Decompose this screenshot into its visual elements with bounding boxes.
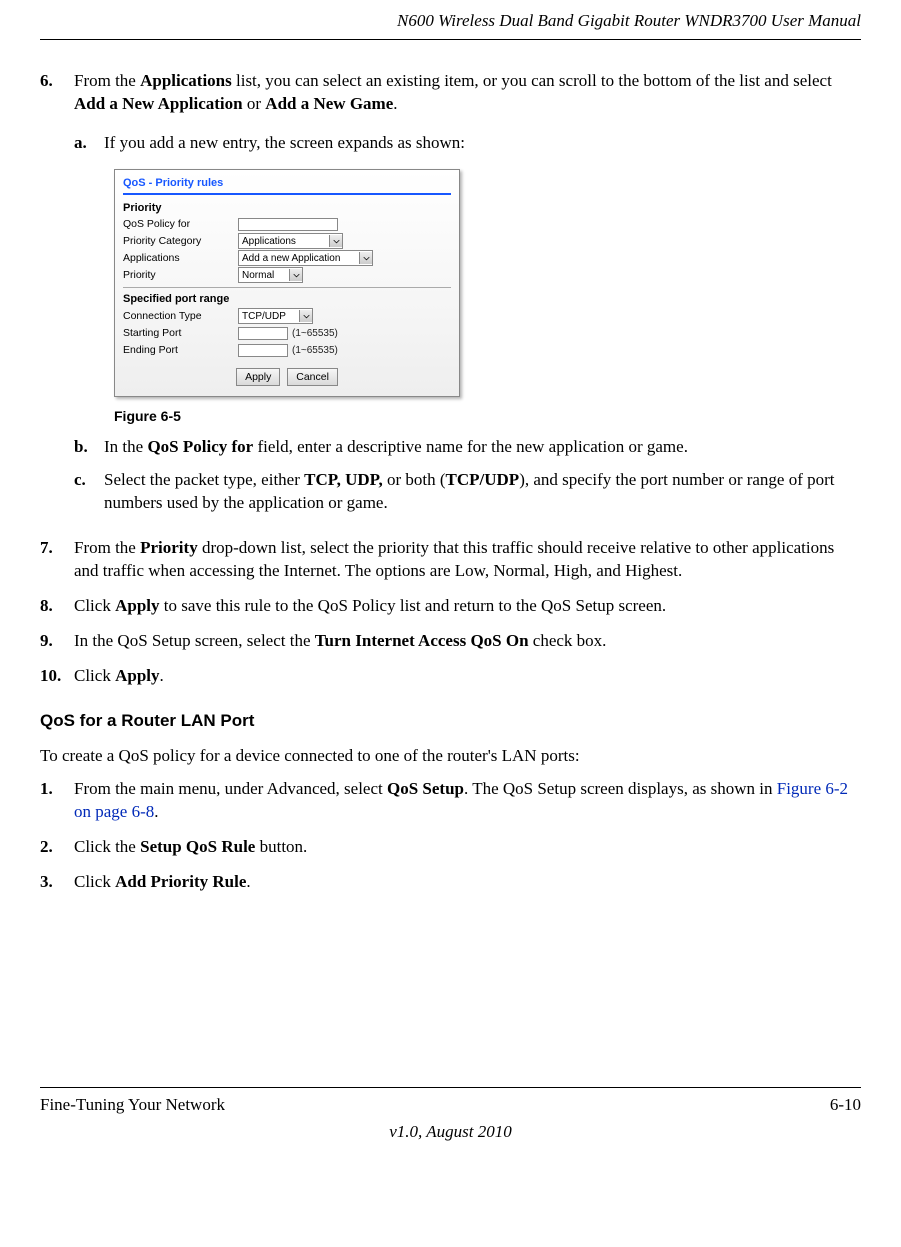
text: or: [243, 94, 266, 113]
section-heading-lan-port: QoS for a Router LAN Port: [40, 710, 861, 733]
text: Click: [74, 666, 115, 685]
footer-page: 6-10: [830, 1094, 861, 1117]
text: From the main menu, under Advanced, sele…: [74, 779, 387, 798]
section-intro: To create a QoS policy for a device conn…: [40, 745, 861, 768]
bold: TCP, UDP,: [304, 470, 383, 489]
input-starting-port[interactable]: [238, 327, 288, 340]
text: .: [393, 94, 397, 113]
text: In the QoS Setup screen, select the: [74, 631, 315, 650]
figure-6-5: QoS - Priority rules Priority QoS Policy…: [114, 169, 861, 427]
text: to save this rule to the QoS Policy list…: [160, 596, 667, 615]
lan-step-2: 2. Click the Setup QoS Rule button.: [40, 836, 861, 859]
lbl-applications: Applications: [123, 251, 238, 265]
footer-version: v1.0, August 2010: [40, 1121, 861, 1144]
select-value: Normal: [242, 269, 286, 283]
chevron-down-icon: [299, 310, 312, 322]
lan-step-1: 1. From the main menu, under Advanced, s…: [40, 778, 861, 824]
text: button.: [255, 837, 307, 856]
chevron-down-icon: [359, 252, 372, 264]
bold: Add Priority Rule: [115, 872, 246, 891]
chevron-down-icon: [329, 235, 342, 247]
bold: Apply: [115, 666, 159, 685]
lbl-policy-for: QoS Policy for: [123, 217, 238, 231]
text: . The QoS Setup screen displays, as show…: [464, 779, 777, 798]
text: From the: [74, 538, 140, 557]
chevron-down-icon: [289, 269, 302, 281]
text: .: [154, 802, 158, 821]
panel-title: QoS - Priority rules: [123, 176, 451, 191]
step-num: 2.: [40, 836, 74, 859]
doc-header-title: N600 Wireless Dual Band Gigabit Router W…: [40, 10, 861, 33]
text: Select the packet type, either: [104, 470, 304, 489]
footer-section: Fine-Tuning Your Network: [40, 1094, 225, 1117]
lbl-connection-type: Connection Type: [123, 309, 238, 323]
substep-letter: b.: [74, 436, 104, 459]
footer-rule: [40, 1087, 861, 1088]
bold: Priority: [140, 538, 198, 557]
hint-starting-port: (1~65535): [292, 327, 338, 341]
bold: TCP/UDP: [446, 470, 520, 489]
section-label: Priority: [123, 201, 451, 216]
lbl-priority-category: Priority Category: [123, 234, 238, 248]
step-num: 9.: [40, 630, 74, 653]
header-rule: [40, 39, 861, 40]
bold: QoS Policy for: [147, 437, 253, 456]
step-num: 8.: [40, 595, 74, 618]
substep-text: If you add a new entry, the screen expan…: [104, 132, 465, 155]
text: field, enter a descriptive name for the …: [253, 437, 688, 456]
step-num: 6.: [40, 70, 74, 525]
select-value: Applications: [242, 235, 326, 249]
step-num: 3.: [40, 871, 74, 894]
select-value: TCP/UDP: [242, 310, 296, 324]
apply-button[interactable]: Apply: [236, 368, 280, 386]
text: Click: [74, 872, 115, 891]
step-num: 1.: [40, 778, 74, 824]
select-priority[interactable]: Normal: [238, 267, 303, 283]
select-connection-type[interactable]: TCP/UDP: [238, 308, 313, 324]
step-num: 7.: [40, 537, 74, 583]
bold: Apply: [115, 596, 159, 615]
lbl-priority: Priority: [123, 268, 238, 282]
substep-letter: c.: [74, 469, 104, 515]
substep-letter: a.: [74, 132, 104, 155]
select-priority-category[interactable]: Applications: [238, 233, 343, 249]
hint-ending-port: (1~65535): [292, 344, 338, 358]
text: check box.: [529, 631, 607, 650]
bold: Setup QoS Rule: [140, 837, 255, 856]
section-label: Specified port range: [123, 292, 451, 307]
panel-divider: [123, 287, 451, 288]
text: Click: [74, 596, 115, 615]
input-policy-for[interactable]: [238, 218, 338, 231]
text: Click the: [74, 837, 140, 856]
bold: Turn Internet Access QoS On: [315, 631, 529, 650]
figure-caption: Figure 6-5: [114, 407, 861, 426]
lan-step-3: 3. Click Add Priority Rule.: [40, 871, 861, 894]
panel-title-rule: [123, 193, 451, 195]
lbl-ending-port: Ending Port: [123, 343, 238, 357]
cancel-button[interactable]: Cancel: [287, 368, 338, 386]
text: From the: [74, 71, 140, 90]
step-10: 10. Click Apply.: [40, 665, 861, 688]
text: or both (: [383, 470, 446, 489]
step-num: 10.: [40, 665, 74, 688]
step-7: 7. From the Priority drop-down list, sel…: [40, 537, 861, 583]
step-9: 9. In the QoS Setup screen, select the T…: [40, 630, 861, 653]
qos-panel: QoS - Priority rules Priority QoS Policy…: [114, 169, 460, 398]
bold: Add a New Application: [74, 94, 243, 113]
text: .: [246, 872, 250, 891]
bold: QoS Setup: [387, 779, 464, 798]
input-ending-port[interactable]: [238, 344, 288, 357]
step-8: 8. Click Apply to save this rule to the …: [40, 595, 861, 618]
bold: Add a New Game: [265, 94, 393, 113]
bold: Applications: [140, 71, 232, 90]
text: list, you can select an existing item, o…: [232, 71, 832, 90]
select-value: Add a new Application: [242, 252, 356, 266]
text: .: [160, 666, 164, 685]
text: In the: [104, 437, 147, 456]
lbl-starting-port: Starting Port: [123, 326, 238, 340]
select-applications[interactable]: Add a new Application: [238, 250, 373, 266]
step-6: 6. From the Applications list, you can s…: [40, 70, 861, 525]
